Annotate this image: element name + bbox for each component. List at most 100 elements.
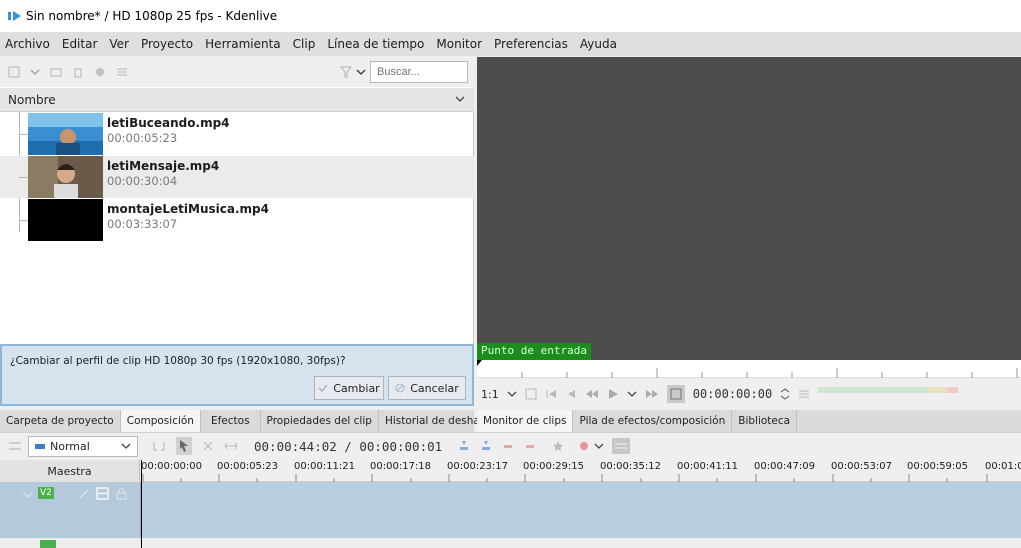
track-name-badge-partial <box>40 540 56 548</box>
record-chevron-icon[interactable] <box>594 441 604 451</box>
collapse-chevron-icon[interactable] <box>22 490 34 500</box>
clip-thumbnail <box>28 199 103 241</box>
filter-chevron-icon[interactable] <box>356 66 366 78</box>
play-icon[interactable] <box>607 388 619 400</box>
chevron-down-icon[interactable] <box>30 66 40 78</box>
extract-icon[interactable] <box>502 440 514 452</box>
rewind-icon[interactable] <box>585 388 599 400</box>
window-title: Sin nombre* / HD 1080p 25 fps - Kdenlive <box>26 9 278 23</box>
clip-thumbnail <box>28 156 103 198</box>
track-header-v2[interactable]: V2 <box>0 482 141 538</box>
zoom-select[interactable]: 1:1 <box>481 388 517 401</box>
tab-carpeta-de-proyecto[interactable]: Carpeta de proyecto <box>0 410 121 432</box>
check-icon <box>318 383 328 393</box>
menu-preferencias[interactable]: Preferencias <box>494 37 568 51</box>
menu-proyecto[interactable]: Proyecto <box>141 37 193 51</box>
menu-herramienta[interactable]: Herramienta <box>205 37 281 51</box>
selection-tool-icon[interactable] <box>176 437 192 455</box>
effects-wand-icon[interactable] <box>78 488 90 500</box>
bin-column-header[interactable]: Nombre <box>0 88 474 112</box>
set-zone-icon[interactable] <box>525 388 537 400</box>
lock-track-icon[interactable] <box>116 487 127 500</box>
folder-icon[interactable] <box>50 66 62 78</box>
clip-name: montajeLetiMusica.mp4 <box>107 202 269 216</box>
accept-button[interactable]: Cambiar <box>314 376 384 400</box>
go-to-start-icon[interactable] <box>545 388 557 400</box>
clip-duration: 00:03:33:07 <box>107 217 178 231</box>
timeline-ruler[interactable]: 00:00:00:00 00:00:05:23 00:00:11:21 00:0… <box>141 460 1021 482</box>
cancel-button-label: Cancelar <box>410 381 459 395</box>
tree-branch <box>19 177 28 178</box>
ruler-tick-label: 00:00:05:23 <box>217 461 279 472</box>
cancel-icon <box>395 383 405 393</box>
menu-bar: Archivo Editar Ver Proyecto Herramienta … <box>0 32 1021 56</box>
ruler-ticks <box>142 474 988 482</box>
overwrite-icon[interactable] <box>480 440 492 452</box>
clip-monitor-view[interactable] <box>477 57 1021 360</box>
menu-ayuda[interactable]: Ayuda <box>580 37 617 51</box>
menu-linea-de-tiempo[interactable]: Línea de tiempo <box>327 37 424 51</box>
add-clip-icon[interactable] <box>8 66 20 78</box>
fullscreen-icon[interactable] <box>666 385 685 403</box>
monitor-toolbar: 1:1 00:00:00:00 <box>477 379 1021 409</box>
spacer-tool-icon[interactable] <box>224 440 238 452</box>
tab-efectos[interactable]: Efectos <box>201 410 261 432</box>
list-item[interactable]: letiMensaje.mp4 00:00:30:04 <box>0 156 474 198</box>
tab-pila-de-efectos[interactable]: Pila de efectos/composición <box>573 410 733 432</box>
hide-track-icon[interactable] <box>96 487 109 500</box>
snap-icon[interactable] <box>152 440 166 452</box>
audio-meter <box>818 385 959 403</box>
track-v2-area[interactable] <box>142 482 1021 538</box>
razor-tool-icon[interactable] <box>202 440 214 452</box>
track-header-next[interactable] <box>0 538 141 548</box>
menu-clip[interactable]: Clip <box>293 37 316 51</box>
timeline-toolbar: Normal 00:00:44:02 / 00:00:00:01 <box>0 432 1021 459</box>
filter-icon[interactable] <box>340 66 352 78</box>
search-input[interactable] <box>370 61 468 83</box>
tag-icon[interactable] <box>94 66 106 78</box>
column-header-nombre: Nombre <box>8 92 56 107</box>
in-point-label: Punto de entrada <box>477 343 591 360</box>
master-label: Maestra <box>47 464 92 478</box>
sort-chevron-icon[interactable] <box>455 94 465 104</box>
ruler-tick-label: 00:00:59:05 <box>907 461 969 472</box>
edit-mode-value: Normal <box>50 439 90 453</box>
title-bar: Sin nombre* / HD 1080p 25 fps - Kdenlive <box>0 0 1021 32</box>
hamburger-menu-icon[interactable] <box>798 388 810 400</box>
record-icon[interactable] <box>578 440 590 452</box>
cancel-button[interactable]: Cancelar <box>388 376 466 400</box>
timeline-timecode: 00:00:44:02 / 00:00:00:01 <box>254 438 443 454</box>
master-track-header[interactable]: Maestra <box>0 460 140 482</box>
timeline-playhead[interactable] <box>141 460 142 548</box>
play-options-chevron-icon[interactable] <box>627 389 637 399</box>
list-item[interactable]: montajeLetiMusica.mp4 00:03:33:07 <box>0 199 474 241</box>
clip-thumbnail <box>28 113 103 155</box>
mixer-icon[interactable] <box>612 438 631 454</box>
tab-composicion[interactable]: Composición <box>120 410 201 432</box>
favorite-star-icon[interactable] <box>552 440 564 452</box>
ruler-tick-label: 00:00:47:09 <box>754 461 816 472</box>
track-name-badge[interactable]: V2 <box>38 487 54 499</box>
clip-duration: 00:00:30:04 <box>107 174 178 188</box>
delete-icon[interactable] <box>72 66 84 78</box>
edit-mode-select[interactable]: Normal <box>28 435 138 457</box>
timecode-spinner-icon[interactable] <box>780 388 790 400</box>
accept-button-label: Cambiar <box>333 381 380 395</box>
tab-biblioteca[interactable]: Biblioteca <box>732 410 798 432</box>
list-item[interactable]: letiBuceando.mp4 00:00:05:23 <box>0 113 474 155</box>
menu-ver[interactable]: Ver <box>109 37 129 51</box>
hamburger-menu-icon[interactable] <box>116 66 128 78</box>
menu-editar[interactable]: Editar <box>62 37 98 51</box>
track-menu-icon[interactable] <box>8 440 22 452</box>
monitor-ruler[interactable] <box>477 360 1021 378</box>
fast-forward-icon[interactable] <box>645 388 659 400</box>
insert-icon[interactable] <box>458 440 470 452</box>
tab-propiedades-del-clip[interactable]: Propiedades del clip <box>261 410 379 432</box>
menu-monitor[interactable]: Monitor <box>436 37 482 51</box>
tab-monitor-de-clips[interactable]: Monitor de clips <box>477 410 574 432</box>
lift-icon[interactable] <box>524 440 536 452</box>
menu-archivo[interactable]: Archivo <box>5 37 50 51</box>
project-bin: Nombre letiBuceando.mp4 00:00:05:23 leti… <box>0 57 474 344</box>
previous-marker-icon[interactable] <box>565 388 577 400</box>
monitor-timecode[interactable]: 00:00:00:00 <box>693 387 772 401</box>
